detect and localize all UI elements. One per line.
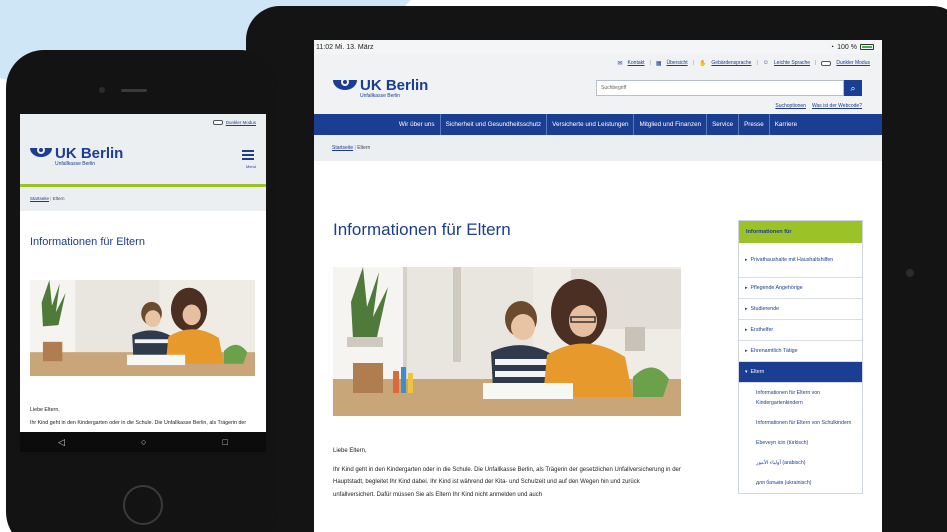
search-icon: ⌕ bbox=[850, 83, 856, 93]
dark-mode-toggle[interactable] bbox=[821, 60, 832, 66]
logo-title: UK Berlin bbox=[360, 77, 429, 94]
main-nav: Wir über uns Sicherheit und Gesundheitss… bbox=[314, 114, 882, 135]
nav-item-about[interactable]: Wir über uns bbox=[394, 114, 441, 135]
chevron-right-icon: ▸ bbox=[745, 306, 748, 312]
search-links: Suchoptionen Was ist der Webcode? bbox=[775, 103, 862, 109]
sidebar-nav: Informationen für ▸ Privathaushalte mit … bbox=[738, 220, 863, 494]
phone-screen: Dunkler Modus UK Berlin Unfallkasse Berl… bbox=[20, 114, 266, 432]
logo-mark-icon bbox=[30, 146, 52, 160]
hero-photo bbox=[333, 267, 681, 416]
breadcrumb: Startseite | Eltern bbox=[20, 187, 266, 211]
search-button[interactable]: ⌕ bbox=[844, 80, 862, 96]
recent-apps-icon[interactable]: □ bbox=[223, 437, 228, 447]
sidebar-subitem-school[interactable]: Informationen für Eltern von Schulkinder… bbox=[739, 413, 862, 433]
nav-item-career[interactable]: Karriere bbox=[770, 114, 802, 135]
sidebar-subitem-kindergarten[interactable]: Informationen für Eltern von Kindergarte… bbox=[739, 383, 862, 413]
greeting-text: Liebe Eltern, bbox=[30, 407, 60, 413]
hamburger-menu-icon[interactable] bbox=[242, 150, 254, 162]
logo-mark-icon bbox=[333, 78, 357, 94]
logo-title: UK Berlin bbox=[55, 145, 124, 162]
tablet-status-bar: 11:02 Mi. 13. März ◔ 100 % bbox=[314, 40, 882, 54]
sidebar-item-volunteers[interactable]: ▸ Ehrenamtlich Tätige bbox=[739, 341, 862, 362]
utility-bar: ✉ Kontakt | ▦ Übersicht | ✋ Gebärdenspra… bbox=[314, 54, 882, 72]
sidebar-item-label: Eltern bbox=[750, 369, 765, 375]
chevron-right-icon: ▸ bbox=[745, 285, 748, 291]
page-title: Informationen für Eltern bbox=[333, 220, 511, 239]
nav-item-members[interactable]: Mitglied und Finanzen bbox=[634, 114, 708, 135]
phone-header: UK Berlin Unfallkasse Berlin Menü bbox=[20, 130, 266, 184]
webcode-link[interactable]: Was ist der Webcode? bbox=[812, 103, 862, 109]
nav-item-insured[interactable]: Versicherte und Leistungen bbox=[547, 114, 635, 135]
search-input[interactable]: Suchbegriff bbox=[596, 80, 844, 96]
sidebar-item-first-aiders[interactable]: ▸ Ersthelfer bbox=[739, 320, 862, 341]
util-link-sign-language[interactable]: Gebärdensprache bbox=[711, 60, 751, 66]
chevron-down-icon: ▾ bbox=[745, 369, 748, 375]
sidebar-item-label: Privathaushalte mit Haushaltshilfen bbox=[750, 257, 834, 263]
chevron-right-icon: ▸ bbox=[745, 327, 748, 333]
sidebar-subitem-turkish[interactable]: Ebeveyn icin (türkisch) bbox=[739, 433, 862, 453]
home-icon[interactable]: ○ bbox=[141, 437, 146, 447]
sidebar-subitem-ukrainian[interactable]: для батьків (ukrainisch) bbox=[739, 473, 862, 493]
contact-icon: ✉ bbox=[617, 60, 623, 67]
battery-level: 100 % bbox=[837, 43, 857, 51]
util-link-easy-language[interactable]: Leichte Sprache bbox=[774, 60, 810, 66]
chevron-right-icon: ▸ bbox=[745, 348, 748, 354]
phone-home-button[interactable] bbox=[123, 485, 163, 525]
tablet-screen: 11:02 Mi. 13. März ◔ 100 % ✉ Kontakt | ▦… bbox=[314, 40, 882, 532]
sidebar-item-parents[interactable]: ▾ Eltern bbox=[739, 362, 862, 383]
menu-label[interactable]: Menü bbox=[246, 164, 256, 169]
back-icon[interactable]: ◁ bbox=[58, 437, 65, 448]
util-link-overview[interactable]: Übersicht bbox=[667, 60, 688, 66]
sidebar-item-label: Ersthelfer bbox=[750, 327, 774, 333]
easy-language-icon: ☺ bbox=[762, 60, 769, 66]
phone-camera bbox=[99, 87, 105, 93]
sidebar-item-label: Pflegende Angehörige bbox=[750, 285, 803, 291]
nav-item-safety[interactable]: Sicherheit und Gesundheitsschutz bbox=[441, 114, 548, 135]
site-logo[interactable]: UK Berlin Unfallkasse Berlin bbox=[30, 146, 123, 167]
dark-mode-toggle[interactable] bbox=[212, 119, 223, 125]
sidebar-item-label: Ehrenamtlich Tätige bbox=[750, 348, 798, 354]
breadcrumb-current: Eltern bbox=[52, 196, 65, 201]
dark-mode-link[interactable]: Dunkler Modus bbox=[226, 120, 256, 125]
phone-navigation-bar: ◁ ○ □ bbox=[20, 432, 266, 452]
nav-item-press[interactable]: Presse bbox=[739, 114, 770, 135]
logo-subtitle: Unfallkasse Berlin bbox=[55, 161, 96, 167]
hero-photo bbox=[30, 280, 255, 376]
sidebar-item-label: Studierende bbox=[750, 306, 780, 312]
greeting-text: Liebe Eltern, bbox=[333, 448, 367, 454]
page-title: Informationen für Eltern bbox=[30, 236, 145, 248]
site-header: UK Berlin Unfallkasse Berlin Suchbegriff… bbox=[314, 72, 882, 114]
battery-icon bbox=[860, 44, 874, 50]
phone-speaker bbox=[121, 89, 147, 92]
wifi-icon: ◔ bbox=[829, 43, 835, 51]
sidebar-item-students[interactable]: ▸ Studierende bbox=[739, 299, 862, 320]
sitemap-icon: ▦ bbox=[655, 60, 662, 67]
sidebar-subitem-arabic[interactable]: أولياء الأمور (arabisch) bbox=[739, 453, 862, 473]
breadcrumb: Startseite | Eltern bbox=[314, 135, 882, 161]
sidebar-heading: Informationen für bbox=[739, 221, 862, 243]
nav-item-service[interactable]: Service bbox=[707, 114, 740, 135]
site-logo[interactable]: UK Berlin Unfallkasse Berlin bbox=[333, 78, 428, 99]
logo-subtitle: Unfallkasse Berlin bbox=[360, 93, 401, 99]
util-link-dark-mode[interactable]: Dunkler Modus bbox=[836, 60, 870, 66]
status-time: 11:02 Mi. 13. März bbox=[316, 43, 374, 51]
intro-text: Liebe Eltern, Ihr Kind geht in den Kinde… bbox=[333, 445, 683, 501]
body-paragraph: Ihr Kind geht in den Kindergarten oder i… bbox=[30, 420, 247, 426]
sidebar-item-households[interactable]: ▸ Privathaushalte mit Haushaltshilfen bbox=[739, 243, 862, 278]
intro-text: Liebe Eltern, Ihr Kind geht in den Kinde… bbox=[30, 404, 262, 432]
breadcrumb-home[interactable]: Startseite bbox=[332, 145, 353, 151]
tablet-camera bbox=[906, 269, 914, 277]
breadcrumb-home[interactable]: Startseite bbox=[30, 196, 49, 201]
chevron-right-icon: ▸ bbox=[745, 257, 748, 263]
util-link-contact[interactable]: Kontakt bbox=[628, 60, 645, 66]
phone-utility-bar: Dunkler Modus bbox=[20, 114, 266, 130]
breadcrumb-current: Eltern bbox=[357, 145, 371, 151]
sign-language-icon: ✋ bbox=[698, 60, 707, 67]
search-options-link[interactable]: Suchoptionen bbox=[775, 103, 806, 109]
body-paragraph: Ihr Kind geht in den Kindergarten oder i… bbox=[333, 466, 681, 498]
sidebar-item-caregivers[interactable]: ▸ Pflegende Angehörige bbox=[739, 278, 862, 299]
